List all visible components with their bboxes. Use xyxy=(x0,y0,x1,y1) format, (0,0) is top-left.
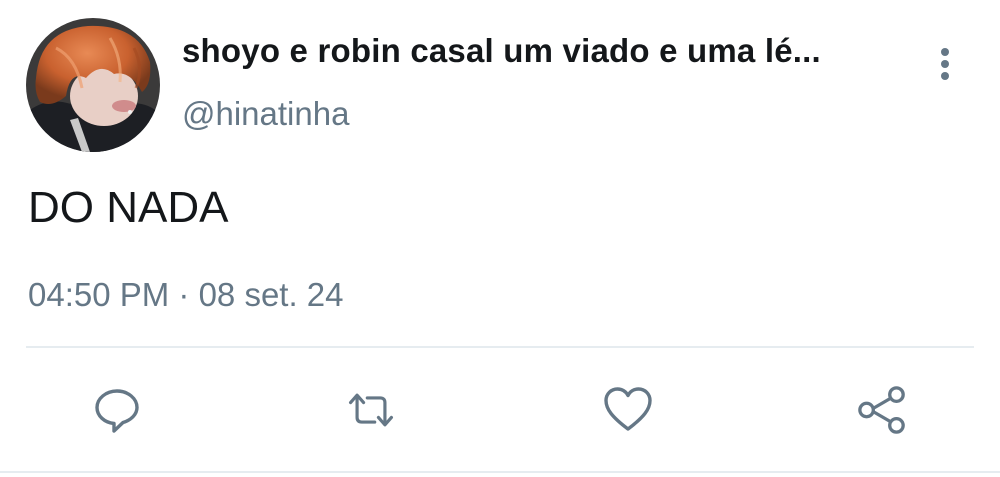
reply-button[interactable] xyxy=(91,384,143,436)
share-button[interactable] xyxy=(856,384,908,436)
more-options-button[interactable] xyxy=(928,44,962,84)
user-handle[interactable]: @hinatinha xyxy=(182,95,349,133)
display-name[interactable]: shoyo e robin casal um viado e uma lé... xyxy=(182,32,821,70)
share-nodes-icon xyxy=(858,386,905,434)
tweet-timestamp[interactable]: 04:50 PM · 08 set. 24 xyxy=(28,276,344,314)
avatar-image xyxy=(26,18,160,152)
tweet-text: DO NADA xyxy=(28,183,229,232)
retweet-button[interactable] xyxy=(345,384,397,436)
avatar[interactable] xyxy=(26,18,160,152)
like-button[interactable] xyxy=(602,384,654,436)
vertical-dots-icon xyxy=(941,48,949,80)
speech-bubble-icon xyxy=(95,389,139,433)
retweet-arrows-icon xyxy=(348,393,394,427)
heart-icon xyxy=(604,387,652,431)
divider xyxy=(26,346,974,348)
bottom-border xyxy=(0,471,1000,473)
